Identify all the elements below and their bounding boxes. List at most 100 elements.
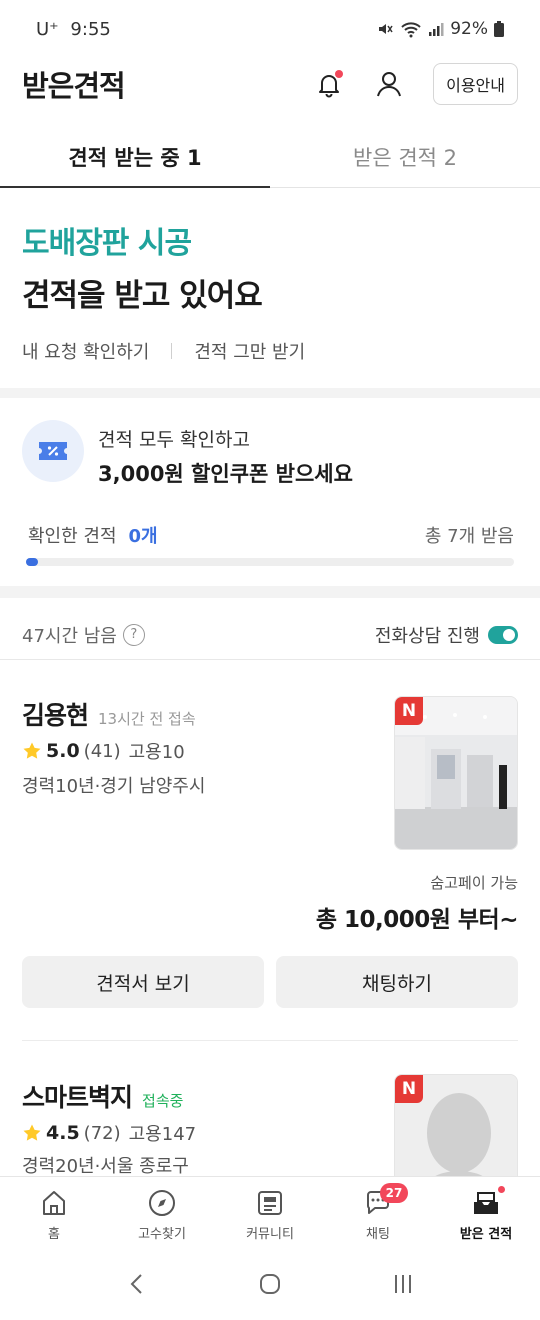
pro-last-access: 13시간 전 접속	[98, 710, 196, 728]
rating-score: 4.5	[46, 1122, 80, 1144]
time-left: 47시간 남음 ?	[22, 622, 145, 648]
app-header: 받은견적 이용안내	[0, 58, 540, 110]
coupon-line2: 3,000원 할인쿠폰 받으세요	[98, 462, 353, 486]
hire-count: 고용10	[128, 742, 185, 763]
chat-icon: 27	[362, 1183, 408, 1219]
tab-received[interactable]: 받은 견적 2	[270, 126, 540, 187]
notification-button[interactable]	[307, 62, 351, 106]
card-buttons: 견적서 보기 채팅하기	[22, 956, 518, 1008]
section-divider	[0, 586, 540, 598]
nav-notification-dot	[498, 1186, 505, 1193]
chat-button[interactable]: 채팅하기	[276, 956, 518, 1008]
nav-community[interactable]: 커뮤니티	[216, 1177, 324, 1252]
signal-icon	[429, 23, 444, 36]
wifi-icon	[401, 22, 421, 38]
user-icon	[377, 72, 402, 97]
home-circle-icon	[259, 1274, 280, 1294]
review-count: (41)	[83, 740, 121, 762]
nav-label: 홈	[48, 1227, 60, 1242]
new-badge: N	[395, 697, 423, 725]
status-right: 92%	[376, 19, 504, 39]
profile-button[interactable]	[367, 62, 411, 106]
help-icon[interactable]: ?	[122, 623, 145, 646]
checked-label: 확인한 견적	[28, 526, 117, 547]
review-count: (72)	[83, 1122, 121, 1144]
request-links: 내 요청 확인하기 견적 그만 받기	[22, 338, 305, 364]
clock: 9:55	[70, 18, 111, 40]
nav-label: 고수찾기	[138, 1227, 186, 1242]
tab-receiving[interactable]: 견적 받는 중 1	[0, 126, 270, 188]
recents-icon	[395, 1275, 412, 1293]
recents-button[interactable]	[391, 1272, 415, 1300]
card-divider	[22, 1040, 518, 1041]
back-button[interactable]	[125, 1272, 149, 1300]
compass-icon	[146, 1187, 178, 1219]
pro-name: 김용현	[22, 701, 89, 730]
pro-name-row: 김용현 13시간 전 접속	[22, 696, 196, 732]
coupon-card[interactable]: 견적 모두 확인하고 3,000원 할인쿠폰 받으세요 확인한 견적 0개 총 …	[0, 400, 540, 586]
phone-consult-toggle[interactable]	[488, 625, 518, 644]
chat-unread-badge: 27	[380, 1183, 408, 1203]
pro-rating-row: 4.5 (72) 고용147	[22, 1120, 196, 1146]
system-navigation	[0, 1252, 540, 1320]
star-icon	[23, 742, 41, 759]
nav-label: 채팅	[366, 1227, 390, 1242]
total-received: 총 7개 받음	[424, 526, 514, 547]
pro-career: 경력10년·경기 남양주시	[22, 776, 206, 797]
portfolio-thumbnail[interactable]: N	[394, 696, 518, 850]
home-button[interactable]	[258, 1272, 282, 1300]
header-actions: 이용안내	[291, 62, 518, 106]
status-left: U⁺ 9:55	[36, 19, 111, 40]
star-icon	[23, 1124, 41, 1141]
nav-home[interactable]: 홈	[0, 1177, 108, 1252]
home-icon	[38, 1187, 70, 1219]
pro-online-status: 접속중	[142, 1092, 184, 1110]
nav-received-quotes[interactable]: 받은 견적	[432, 1177, 540, 1252]
coupon-icon-wrap	[22, 420, 84, 482]
link-divider	[171, 343, 173, 359]
pro-rating-row: 5.0 (41) 고용10	[22, 738, 185, 764]
battery-percent: 92%	[450, 19, 488, 39]
checked-count: 0개	[128, 526, 158, 547]
status-bar: U⁺ 9:55 92%	[0, 0, 540, 58]
page-title: 받은견적	[22, 69, 126, 103]
stop-quotes-link[interactable]: 견적 그만 받기	[194, 338, 305, 364]
nav-label: 커뮤니티	[246, 1227, 294, 1242]
pro-card[interactable]: 김용현 13시간 전 접속 5.0 (41) 고용10 경력10년·경기 남양주…	[0, 696, 540, 1016]
community-icon	[254, 1187, 286, 1219]
view-request-link[interactable]: 내 요청 확인하기	[22, 338, 149, 364]
service-title: 도배장판 시공	[22, 226, 192, 261]
quote-price: 총 10,000원 부터~	[315, 907, 519, 933]
progress-labels: 확인한 견적 0개 총 7개 받음	[28, 522, 514, 548]
guide-button[interactable]: 이용안내	[433, 63, 518, 105]
nav-find-pro[interactable]: 고수찾기	[108, 1177, 216, 1252]
section-divider	[0, 388, 540, 398]
portfolio-thumbnail[interactable]: N	[394, 1074, 518, 1178]
time-left-label: 47시간 남음	[22, 625, 117, 647]
inbox-icon	[470, 1186, 505, 1219]
view-quote-button[interactable]: 견적서 보기	[22, 956, 264, 1008]
progress-fill	[26, 558, 39, 566]
carrier-label: U⁺	[36, 18, 59, 40]
pay-available: 숨고페이 가능	[430, 874, 518, 892]
pro-name: 스마트벽지	[22, 1083, 133, 1112]
battery-icon	[494, 21, 504, 37]
request-summary: 도배장판 시공 견적을 받고 있어요	[22, 218, 263, 315]
pro-career: 경력20년·서울 종로구	[22, 1156, 189, 1177]
quote-tabs: 견적 받는 중 1 받은 견적 2	[0, 126, 540, 188]
bottom-nav: 홈 고수찾기 커뮤니티 27 채팅 받은 견적	[0, 1176, 540, 1252]
progress-track	[26, 558, 514, 566]
pro-card[interactable]: 스마트벽지 접속중 4.5 (72) 고용147 경력20년·서울 종로구 N	[0, 1074, 540, 1178]
hire-count: 고용147	[128, 1124, 197, 1145]
mute-icon	[379, 24, 393, 34]
new-badge: N	[395, 1075, 423, 1103]
nav-chat[interactable]: 27 채팅	[324, 1177, 432, 1252]
coupon-line1: 견적 모두 확인하고	[98, 429, 250, 451]
rating-score: 5.0	[46, 740, 80, 762]
phone-consult-label: 전화상담 진행	[374, 625, 480, 647]
back-icon	[130, 1274, 142, 1294]
info-row: 47시간 남음 ? 전화상담 진행	[0, 610, 540, 660]
phone-consult: 전화상담 진행	[375, 622, 518, 648]
nav-label: 받은 견적	[459, 1227, 513, 1242]
pro-name-row: 스마트벽지 접속중	[22, 1078, 183, 1114]
